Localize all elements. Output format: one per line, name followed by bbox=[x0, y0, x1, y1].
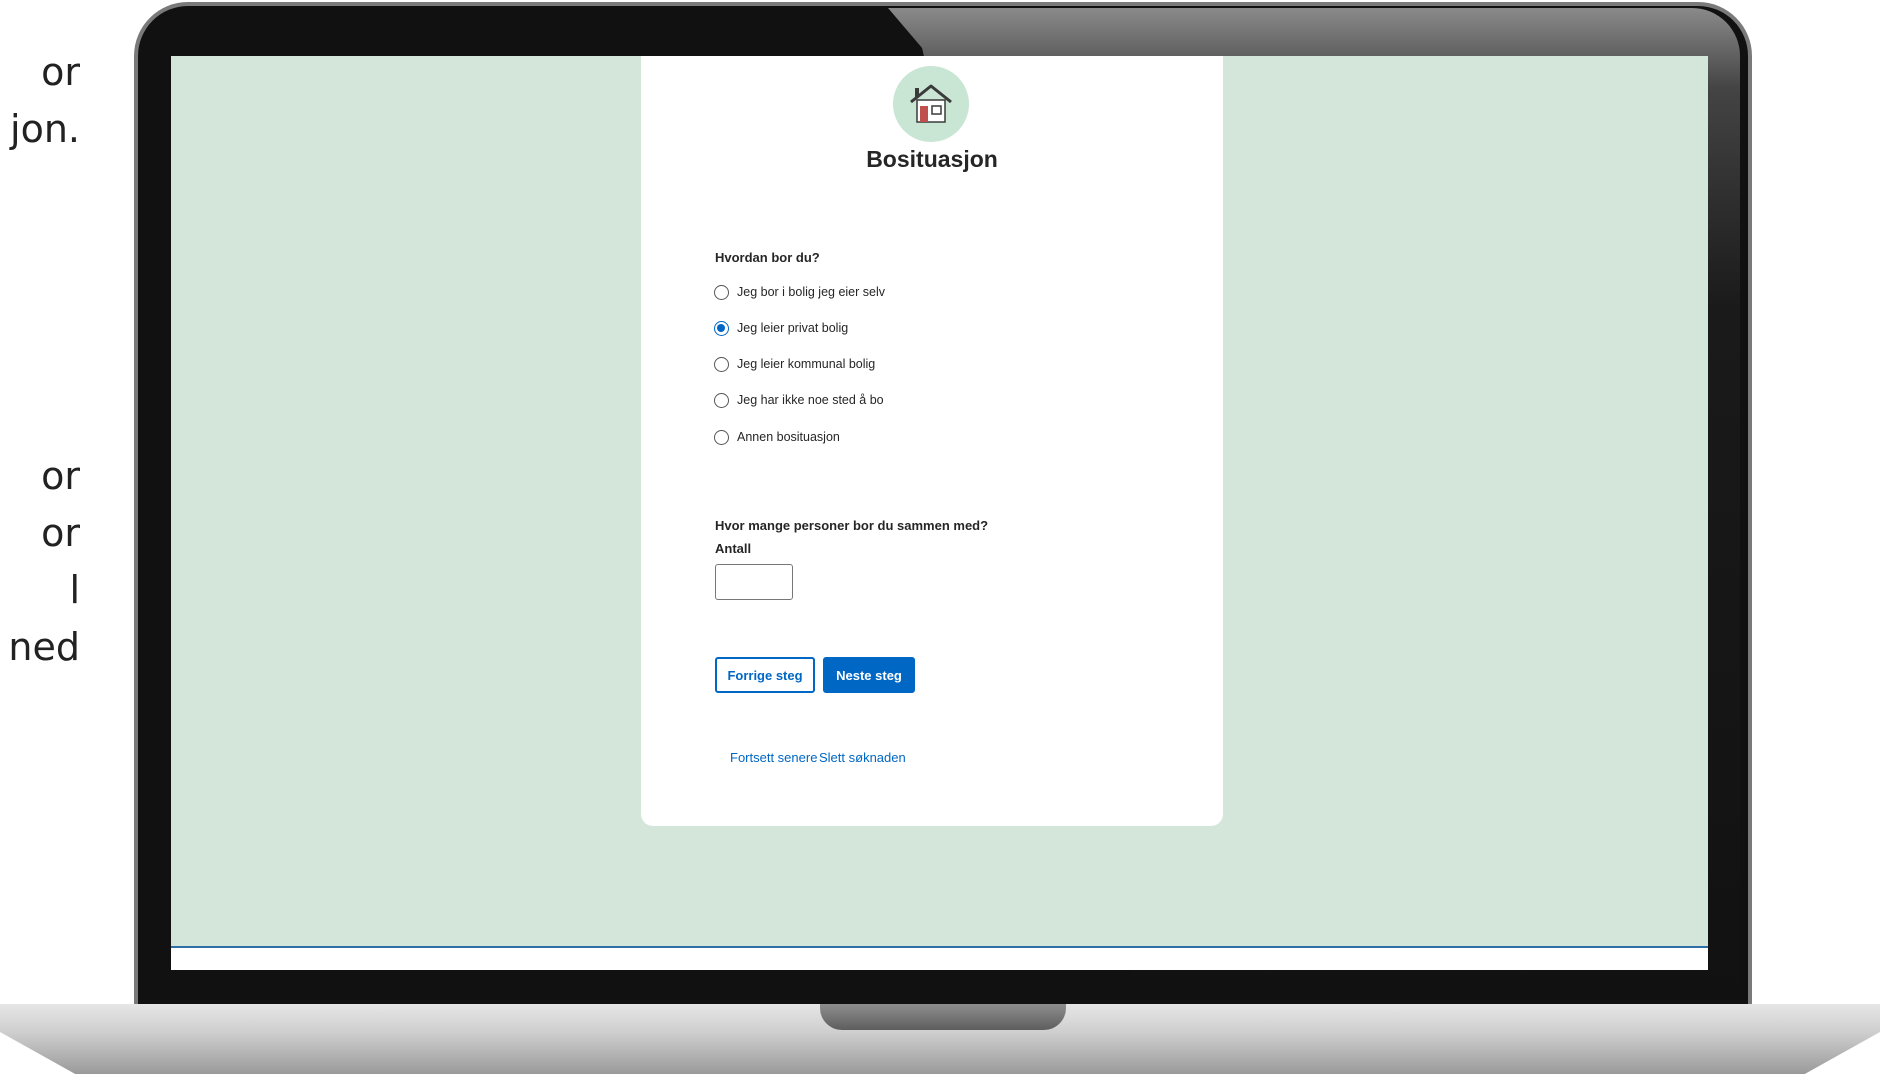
radio-button[interactable] bbox=[714, 392, 729, 408]
next-step-button[interactable]: Neste steg bbox=[823, 657, 915, 693]
radio-option-municipal-rental[interactable]: Jeg leier kommunal bolig bbox=[714, 352, 875, 376]
page-footer bbox=[171, 946, 1708, 970]
radio-option-homeless[interactable]: Jeg har ikke noe sted å bo bbox=[714, 388, 884, 412]
delete-application-link[interactable]: Slett søknaden bbox=[819, 750, 906, 765]
slide-text-middle: or or l ned bbox=[0, 448, 80, 676]
radio-label: Jeg leier kommunal bolig bbox=[737, 357, 876, 371]
form-card: Bosituasjon Hvordan bor du? Jeg bor i bo… bbox=[641, 56, 1223, 826]
slide-text-top: or jon. bbox=[0, 44, 80, 158]
house-logo bbox=[893, 66, 969, 142]
radio-label: Jeg bor i bolig jeg eier selv bbox=[737, 285, 885, 299]
radio-button[interactable] bbox=[714, 356, 729, 372]
radio-label: Jeg leier privat bolig bbox=[737, 321, 849, 335]
slide-text-line: l bbox=[69, 568, 80, 612]
radio-option-owner[interactable]: Jeg bor i bolig jeg eier selv bbox=[714, 280, 885, 304]
laptop-notch bbox=[820, 1004, 1066, 1030]
antall-input[interactable] bbox=[715, 564, 793, 600]
radio-option-other[interactable]: Annen bosituasjon bbox=[714, 425, 840, 449]
radio-option-private-rental[interactable]: Jeg leier privat bolig bbox=[714, 316, 848, 340]
continue-later-link[interactable]: Fortsett senere bbox=[730, 750, 817, 765]
page-title: Bosituasjon bbox=[866, 146, 998, 172]
radio-label: Jeg har ikke noe sted å bo bbox=[737, 393, 884, 407]
slide-text-line: or bbox=[41, 511, 80, 555]
radio-button-selected[interactable] bbox=[714, 320, 729, 336]
persons-question-label: Hvor mange personer bor du sammen med? bbox=[715, 518, 989, 533]
housing-question-label: Hvordan bor du? bbox=[715, 250, 820, 265]
slide-text-line: ned bbox=[8, 625, 80, 669]
radio-button[interactable] bbox=[714, 284, 729, 300]
radio-button[interactable] bbox=[714, 429, 729, 445]
house-icon bbox=[910, 84, 952, 123]
antall-label: Antall bbox=[715, 541, 752, 556]
slide-text-line: or bbox=[41, 50, 80, 94]
laptop-screen: Bosituasjon Hvordan bor du? Jeg bor i bo… bbox=[171, 56, 1708, 970]
slide-text-line: or bbox=[41, 454, 80, 498]
radio-label: Annen bosituasjon bbox=[737, 430, 840, 444]
previous-step-button[interactable]: Forrige steg bbox=[715, 657, 815, 693]
slide-text-line: jon. bbox=[10, 107, 80, 151]
